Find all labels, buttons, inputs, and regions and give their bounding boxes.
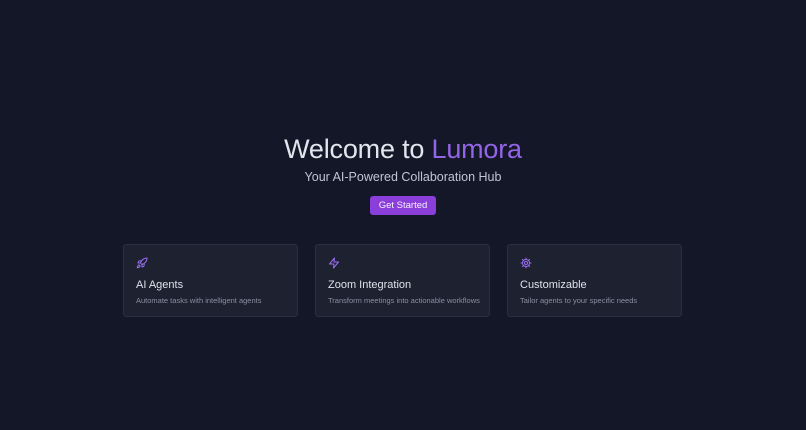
page-title: Welcome to Lumora (0, 131, 806, 167)
feature-title: Customizable (520, 279, 587, 291)
feature-title: Zoom Integration (328, 279, 412, 291)
feature-card-ai-agents: AI Agents Automate tasks with intelligen… (123, 244, 298, 317)
feature-card-customizable: Customizable Tailor agents to your speci… (507, 244, 682, 317)
title-prefix: Welcome to (284, 134, 432, 164)
get-started-button[interactable]: Get Started (370, 196, 436, 215)
feature-card-zoom-integration: Zoom Integration Transform meetings into… (315, 244, 490, 317)
page-subtitle: Your AI-Powered Collaboration Hub (304, 170, 502, 184)
gear-icon (520, 257, 532, 269)
feature-description: Transform meetings into actionable workf… (328, 296, 480, 305)
brand-name: Lumora (431, 134, 523, 164)
feature-description: Tailor agents to your specific needs (520, 296, 638, 305)
rocket-icon (136, 257, 148, 269)
feature-title: AI Agents (136, 279, 184, 291)
hero-section: Welcome to Lumora Your AI-Powered Collab… (0, 0, 806, 430)
feature-description: Automate tasks with intelligent agents (136, 296, 262, 305)
lightning-icon (328, 257, 340, 269)
